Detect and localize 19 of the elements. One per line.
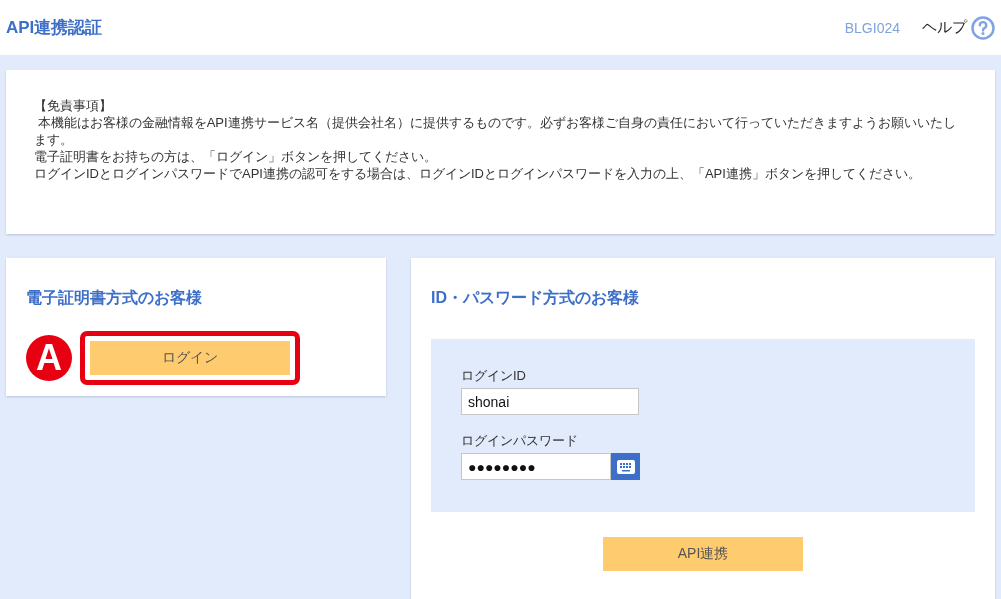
password-field[interactable]: ●●●●●●●● — [461, 453, 611, 480]
input-field[interactable]: shonai — [461, 388, 639, 415]
notice-text: 電子証明書をお持ちの方は、「ログイン」ボタンを押してください。 — [34, 148, 438, 165]
page-title: API連携認証 — [6, 17, 104, 39]
notice-text: ログインIDとログインパスワードでAPI連携の認可をする場合は、ログインIDとログインパスワードを入力の上、「API連携」ボタンを押してください。 — [34, 165, 922, 182]
screen-code: BLGI024 — [844, 19, 900, 36]
help-icon[interactable] — [971, 15, 995, 40]
notice-text: 本機能はお客様の金融情報をAPI連携サービス名（提供会社名）に提供するものです。必ずお客様ご自身の責任において行っていただきますようお願いいたします。 — [34, 114, 957, 148]
notice-text: 【免責事項】 — [34, 97, 113, 114]
help-link[interactable]: ヘルプ — [922, 18, 967, 37]
keyboard-button[interactable] — [611, 453, 640, 480]
callout-badge: A — [26, 335, 72, 381]
keyboard-icon — [616, 459, 635, 474]
api-link-button[interactable]: API連携 — [603, 537, 803, 571]
field-label: ログインID — [461, 367, 527, 385]
section-title: 電子証明書方式のお客様 — [26, 288, 203, 308]
section-title: ID・パスワード方式のお客様 — [431, 288, 640, 308]
field-label: ログインパスワード — [461, 432, 579, 450]
login-button[interactable]: ログイン — [90, 341, 290, 375]
